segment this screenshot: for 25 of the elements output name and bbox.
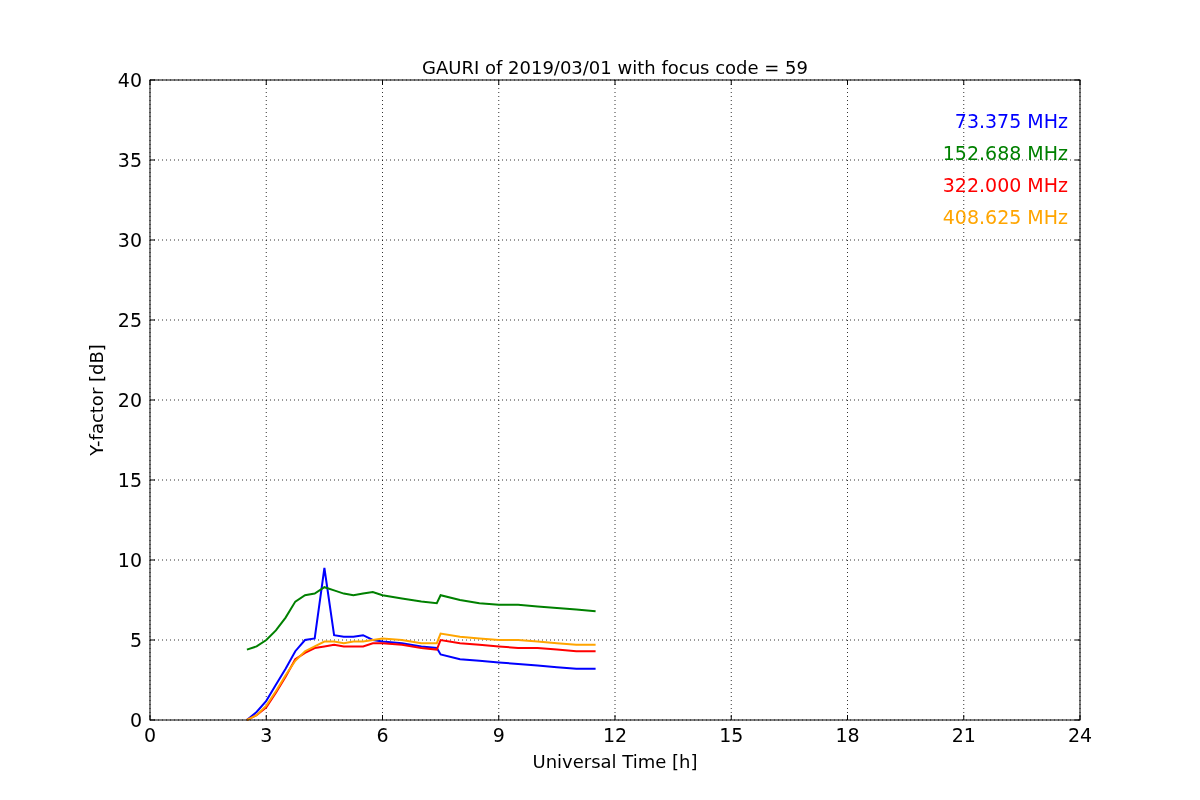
y-tick-label: 35 <box>117 149 142 171</box>
y-tick-label: 5 <box>129 629 142 651</box>
x-tick-label: 6 <box>376 724 389 746</box>
y-tick-label: 20 <box>117 389 142 411</box>
legend-label: 408.625 MHz <box>942 206 1068 228</box>
chart-title: GAURI of 2019/03/01 with focus code = 59 <box>422 57 808 78</box>
y-tick-label: 30 <box>117 229 142 251</box>
x-tick-label: 0 <box>143 724 157 746</box>
y-tick-label: 40 <box>117 69 142 91</box>
x-tick-label: 24 <box>1067 724 1093 746</box>
legend-label: 152.688 MHz <box>942 142 1068 164</box>
y-axis-label: Y-factor [dB] <box>86 344 107 456</box>
x-tick-label: 18 <box>835 724 860 746</box>
y-tick-label: 15 <box>117 469 142 491</box>
x-tick-label: 12 <box>602 724 628 746</box>
x-axis-label: Universal Time [h] <box>532 751 698 772</box>
y-tick-label: 10 <box>117 549 142 571</box>
legend-label: 322.000 MHz <box>942 174 1068 196</box>
x-tick-label: 21 <box>951 724 976 746</box>
x-tick-label: 9 <box>492 724 505 746</box>
x-tick-label: 3 <box>260 724 273 746</box>
legend-label: 73.375 MHz <box>954 110 1068 132</box>
y-tick-label: 0 <box>129 709 142 731</box>
x-tick-label: 15 <box>719 724 744 746</box>
y-tick-label: 25 <box>117 309 142 331</box>
